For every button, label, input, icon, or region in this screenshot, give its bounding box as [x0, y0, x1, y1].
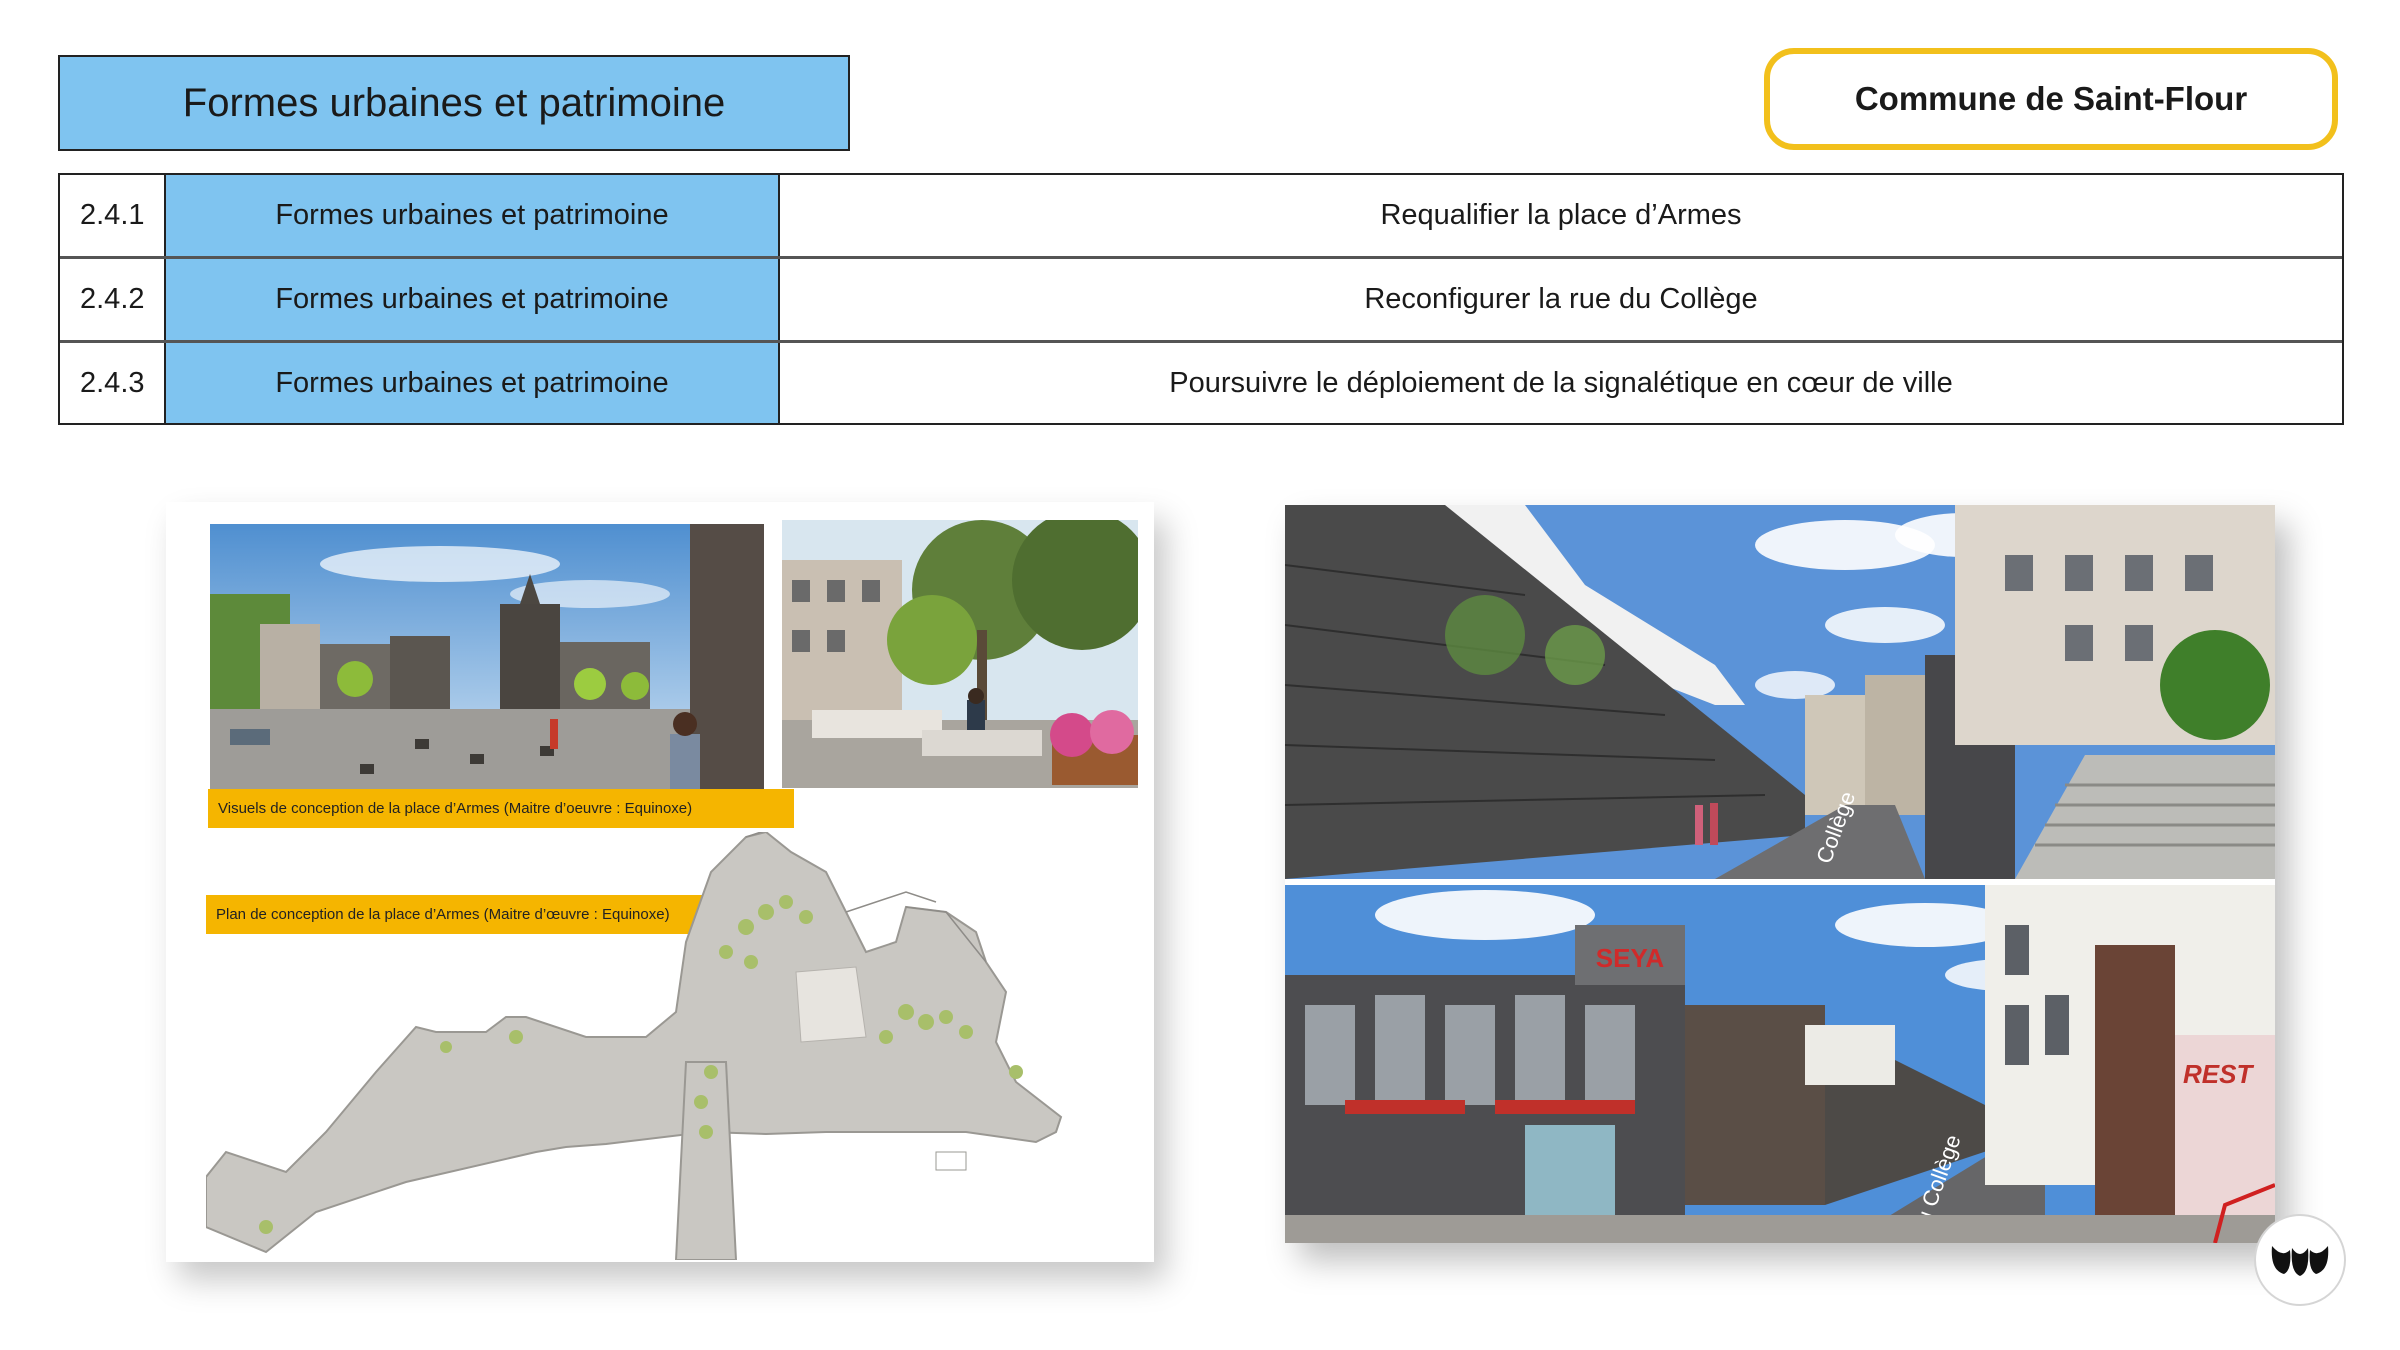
street-shops-image: SEYA du Collège REST — [1285, 885, 2275, 1243]
shop-sign: SEYA — [1596, 943, 1665, 973]
action-description: Poursuivre le déploiement de la signalét… — [1169, 366, 1953, 399]
place-armes-benches-photo — [782, 520, 1138, 788]
action-description: Reconfigurer la rue du Collège — [1364, 283, 1758, 315]
action-number: 2.4.2 — [60, 259, 166, 340]
table-row: 2.4.1 Formes urbaines et patrimoine Requ… — [60, 175, 2342, 259]
table-row: 2.4.3 Formes urbaines et patrimoine Pour… — [60, 343, 2342, 423]
site-plan-drawing — [206, 832, 1063, 1260]
action-number: 2.4.1 — [60, 175, 166, 256]
action-theme: Formes urbaines et patrimoine — [166, 259, 780, 340]
table-row: 2.4.2 Formes urbaines et patrimoine Reco… — [60, 259, 2342, 343]
action-theme: Formes urbaines et patrimoine — [166, 175, 780, 256]
place-armes-render-photo — [210, 524, 764, 789]
brand-logo-icon — [2271, 1246, 2329, 1276]
rue-college-wall-photo: Collège — [1285, 505, 2275, 879]
rue-college-shops-photo: SEYA du Collège REST — [1285, 885, 2275, 1243]
actions-table: 2.4.1 Formes urbaines et patrimoine Requ… — [58, 173, 2344, 425]
brand-logo — [2254, 1214, 2346, 1306]
street-wall-image: Collège — [1285, 505, 2275, 879]
rest-sign: REST — [2183, 1059, 2254, 1089]
page-title: Formes urbaines et patrimoine — [58, 55, 850, 151]
caption-visuals: Visuels de conception de la place d’Arme… — [208, 789, 794, 828]
place-armes-design-card: Visuels de conception de la place d’Arme… — [166, 502, 1154, 1262]
place-armes-site-plan — [206, 832, 1151, 1260]
action-theme: Formes urbaines et patrimoine — [166, 343, 780, 423]
rue-college-photos-card: Collège SEYA du Collège REST — [1285, 505, 2275, 1243]
square-render-image — [210, 524, 764, 789]
action-description: Requalifier la place d’Armes — [1380, 199, 1742, 231]
action-number: 2.4.3 — [60, 343, 166, 423]
benches-render-image — [782, 520, 1138, 788]
commune-badge: Commune de Saint-Flour — [1764, 48, 2338, 150]
